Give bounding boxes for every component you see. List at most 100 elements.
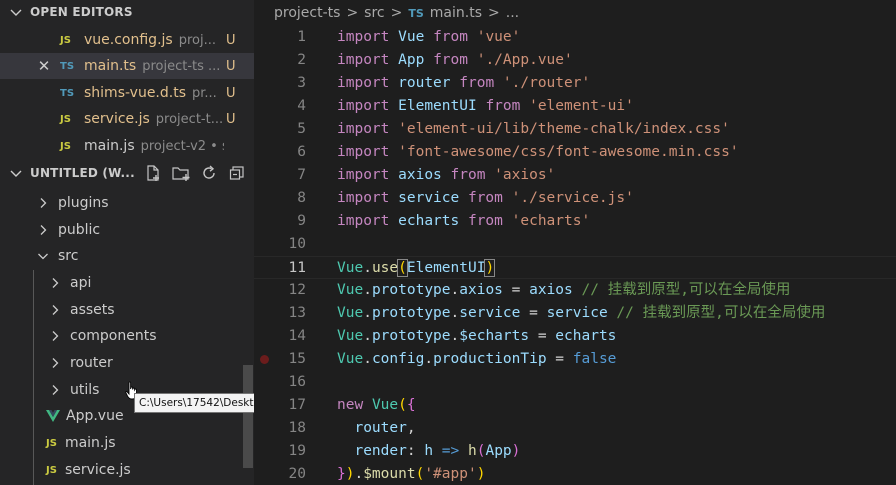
tree-folder[interactable]: plugins: [36, 190, 109, 216]
refresh-icon[interactable]: [198, 162, 220, 184]
tree-item-label: plugins: [58, 195, 109, 211]
tree-folder[interactable]: api: [48, 270, 91, 296]
line-number: 8: [297, 190, 306, 206]
breadcrumb-separator: >: [346, 5, 359, 21]
open-editor-item[interactable]: JS service.js project-t... U: [0, 106, 254, 132]
tree-item-label: api: [70, 275, 92, 291]
chevron-down-icon: [38, 253, 48, 260]
untracked-badge: U: [226, 111, 236, 127]
code-text: Vue.config.productionTip = false: [337, 351, 617, 367]
code-line[interactable]: 9 import echarts from 'echarts': [254, 210, 896, 233]
chevron-right-icon: [52, 331, 59, 341]
code-line[interactable]: 16: [254, 371, 896, 394]
explorer-sidebar: OPEN EDITORS JS vue.config.js proj... U ✕ TS m…: [0, 0, 254, 485]
open-editor-item[interactable]: JS main.js project-v2 • src: [0, 133, 254, 159]
code-line[interactable]: 15 Vue.config.productionTip = false: [254, 348, 896, 371]
line-number: 11: [288, 260, 306, 276]
line-number: 15: [288, 351, 306, 367]
new-folder-icon[interactable]: [170, 162, 192, 184]
tree-file[interactable]: App.vue: [46, 403, 124, 429]
file-name: vue.config.js: [84, 32, 173, 48]
line-number: 6: [297, 144, 306, 160]
tree-item-label: src: [58, 248, 79, 264]
line-number: 17: [288, 397, 306, 413]
open-editors-title: OPEN EDITORS: [30, 5, 133, 19]
code-line[interactable]: 20}).$mount('#app'): [254, 463, 896, 485]
code-editor[interactable]: project-ts > src > TS main.ts > ... 1 imp…: [254, 0, 896, 485]
code-line[interactable]: 8 import service from './service.js': [254, 187, 896, 210]
code-line[interactable]: 13 Vue.prototype.service = service // 挂载到…: [254, 302, 896, 325]
file-name: service.js: [84, 111, 150, 127]
breadcrumb: project-ts > src > TS main.ts > ...: [274, 4, 519, 22]
code-text: import Vue from 'vue': [337, 29, 521, 45]
tree-item-label: components: [70, 328, 157, 344]
typescript-file-icon: TS: [408, 6, 424, 20]
open-editors-header[interactable]: OPEN EDITORS: [0, 1, 254, 23]
breadcrumb-src[interactable]: src: [364, 5, 384, 21]
code-line[interactable]: 6 import 'font-awesome/css/font-awesome.m…: [254, 141, 896, 164]
code-line[interactable]: 14 Vue.prototype.$echarts = echarts: [254, 325, 896, 348]
code-line[interactable]: 1 import Vue from 'vue': [254, 26, 896, 49]
code-text: import echarts from 'echarts': [337, 213, 591, 229]
code-line[interactable]: 5 import 'element-ui/lib/theme-chalk/inde…: [254, 118, 896, 141]
breadcrumb-more[interactable]: ...: [506, 5, 519, 21]
line-number: 18: [288, 420, 306, 436]
tree-file[interactable]: JS service.js: [46, 457, 131, 483]
code-line[interactable]: 4 import ElementUI from 'element-ui': [254, 95, 896, 118]
code-text: }).$mount('#app'): [337, 466, 486, 482]
tree-item-label: assets: [70, 302, 115, 318]
code-line[interactable]: 17 new Vue({: [254, 394, 896, 417]
open-editor-label: service.js project-t...: [84, 111, 224, 127]
line-number: 10: [288, 236, 306, 252]
file-description: pr...: [192, 86, 217, 101]
code-line[interactable]: 3 import router from './router': [254, 72, 896, 95]
code-text: Vue.use(ElementUI): [337, 259, 496, 277]
code-line[interactable]: 2 import App from './App.vue': [254, 49, 896, 72]
path-tooltip: C:\Users\17542\Desktop\project-v2\src\ut…: [134, 393, 254, 413]
code-text: import axios from 'axios': [337, 167, 556, 183]
tree-folder[interactable]: public: [36, 217, 100, 243]
chevron-right-icon: [40, 225, 47, 235]
code-line[interactable]: 12 Vue.prototype.axios = axios // 挂载到原型,可…: [254, 279, 896, 302]
chevron-down-icon: [10, 9, 22, 16]
open-editor-item[interactable]: TS shims-vue.d.ts pr... U: [0, 80, 254, 106]
line-number: 4: [297, 98, 306, 114]
breadcrumb-project[interactable]: project-ts: [274, 5, 340, 21]
tree-item-label: main.js: [64, 435, 116, 451]
sidebar-scrollbar[interactable]: [243, 365, 253, 468]
tree-folder[interactable]: components: [48, 323, 157, 349]
javascript-file-icon: JS: [60, 113, 71, 125]
code-line[interactable]: 11 Vue.use(ElementUI): [254, 256, 896, 279]
tree-item-label: utils: [70, 382, 100, 398]
tree-folder[interactable]: src: [36, 243, 78, 269]
close-icon[interactable]: ✕: [37, 57, 51, 75]
tree-folder[interactable]: assets: [48, 297, 115, 323]
new-file-icon[interactable]: [142, 162, 164, 184]
file-name: shims-vue.d.ts: [84, 85, 187, 101]
workspace-title: UNTITLED (W...: [30, 166, 135, 180]
tree-item-label: public: [58, 222, 101, 238]
workspace-header[interactable]: UNTITLED (W...: [0, 162, 254, 184]
typescript-file-icon: TS: [60, 87, 75, 99]
code-line[interactable]: 7 import axios from 'axios': [254, 164, 896, 187]
tree-folder[interactable]: utils: [48, 377, 99, 403]
breadcrumb-file[interactable]: main.ts: [430, 5, 482, 21]
file-description: project-t...: [155, 112, 224, 127]
code-text: import 'element-ui/lib/theme-chalk/index…: [337, 121, 730, 137]
indent-guide: [33, 270, 34, 485]
tree-folder[interactable]: router: [48, 350, 113, 376]
open-editor-item[interactable]: ✕ TS main.ts project-ts ... U: [0, 53, 254, 79]
code-line[interactable]: 19 render: h => h(App): [254, 440, 896, 463]
breadcrumb-separator: >: [390, 5, 403, 21]
code-text: import App from './App.vue': [337, 52, 573, 68]
code-line[interactable]: 18 router,: [254, 417, 896, 440]
chevron-right-icon: [40, 198, 47, 208]
line-number: 12: [288, 282, 306, 298]
collapse-all-icon[interactable]: [226, 162, 248, 184]
open-editor-label: shims-vue.d.ts pr...: [84, 85, 224, 101]
line-number: 2: [297, 52, 306, 68]
tree-file[interactable]: JS main.js: [46, 430, 116, 456]
open-editor-item[interactable]: JS vue.config.js proj... U: [0, 27, 254, 53]
javascript-file-icon: JS: [46, 437, 57, 449]
code-line[interactable]: 10: [254, 233, 896, 256]
